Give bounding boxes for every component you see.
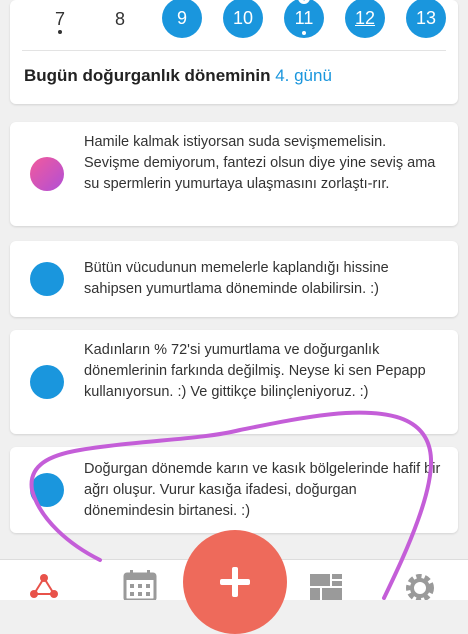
molecule-icon[interactable] bbox=[24, 568, 64, 600]
tip-text: Kadınların % 72'si yumurtlama ve doğurga… bbox=[84, 342, 426, 400]
blocks-icon[interactable] bbox=[306, 568, 346, 600]
day-label: 9 bbox=[176, 8, 187, 28]
day-9[interactable]: 9 bbox=[162, 0, 202, 38]
day-label: 12 bbox=[354, 8, 376, 28]
day-12[interactable]: 12 bbox=[345, 0, 385, 38]
day-8[interactable]: 8 bbox=[100, 2, 140, 36]
day-label: 7 bbox=[54, 9, 65, 29]
tip-text: Hamile kalmak istiyorsan suda sevişmemel… bbox=[84, 134, 436, 192]
calendar-icon[interactable] bbox=[120, 568, 160, 600]
gear-icon[interactable] bbox=[400, 568, 440, 600]
tip-card[interactable]: Doğurgan dönemde karın ve kasık bölgeler… bbox=[10, 447, 458, 533]
fertility-status-prefix: Bugün doğurganlık döneminin bbox=[24, 66, 276, 85]
day-label: 13 bbox=[415, 8, 437, 28]
blue-circle-icon bbox=[30, 365, 64, 399]
heart-icon: ♥ bbox=[298, 0, 310, 4]
blue-circle-icon bbox=[30, 262, 64, 296]
day-11[interactable]: 11 ♥ bbox=[284, 0, 324, 38]
day-10[interactable]: 10 bbox=[223, 0, 263, 38]
day-label: 10 bbox=[232, 8, 254, 28]
tip-card[interactable]: Hamile kalmak istiyorsan suda sevişmemel… bbox=[10, 122, 458, 226]
today-dot bbox=[302, 31, 306, 35]
day-label: 11 bbox=[294, 8, 314, 28]
tip-card[interactable]: Kadınların % 72'si yumurtlama ve doğurga… bbox=[10, 330, 458, 434]
calendar-card: 7 8 9 10 11 ♥ 12 13 Bugün doğurganlık dö… bbox=[10, 0, 458, 104]
tip-card[interactable]: Bütün vücudunun memelerle kaplandığı his… bbox=[10, 241, 458, 317]
day-label: 8 bbox=[114, 9, 125, 29]
tip-text: Doğurgan dönemde karın ve kasık bölgeler… bbox=[84, 461, 441, 519]
day-7[interactable]: 7 bbox=[40, 2, 80, 36]
day-13[interactable]: 13 bbox=[406, 0, 446, 38]
fertility-status: Bugün doğurganlık döneminin 4. günü bbox=[24, 66, 332, 86]
tip-text: Bütün vücudunun memelerle kaplandığı his… bbox=[84, 260, 389, 297]
fertility-day-highlight: 4. günü bbox=[275, 66, 332, 85]
period-dot bbox=[58, 30, 62, 34]
add-icon-stroke bbox=[232, 567, 238, 597]
divider bbox=[22, 50, 446, 51]
day-strip: 7 8 9 10 11 ♥ 12 13 bbox=[10, 0, 458, 42]
gradient-circle-icon bbox=[30, 157, 64, 191]
blue-circle-icon bbox=[30, 473, 64, 507]
add-button[interactable] bbox=[183, 530, 287, 634]
